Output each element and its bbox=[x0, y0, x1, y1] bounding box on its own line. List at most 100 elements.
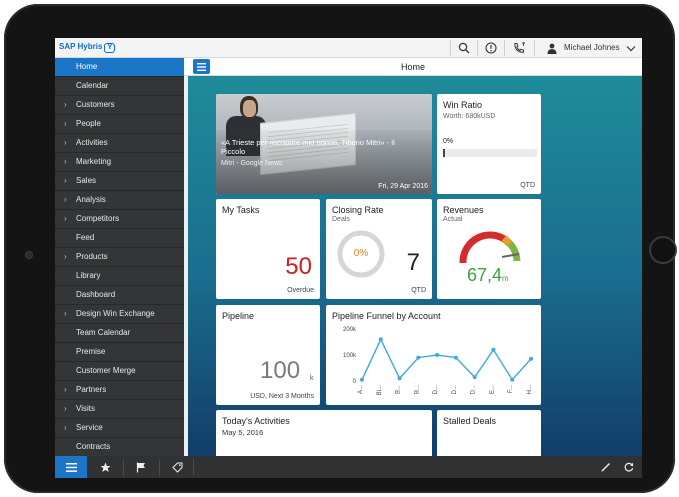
sidebar-item-premise[interactable]: Premise bbox=[55, 343, 184, 362]
sidebar-item-visits[interactable]: › Visits bbox=[55, 400, 184, 419]
sidebar-item-analysis[interactable]: › Analysis bbox=[55, 191, 184, 210]
pipeline-unit: k bbox=[310, 375, 314, 382]
data-point[interactable] bbox=[491, 347, 496, 352]
chevron-down-icon[interactable] bbox=[624, 38, 638, 58]
divider bbox=[193, 459, 194, 475]
closing-rate-tile[interactable]: Closing Rate Deals 0% 7 QTD bbox=[326, 199, 432, 299]
sidebar-item-home[interactable]: Home bbox=[55, 58, 184, 77]
list-view-button[interactable] bbox=[55, 456, 87, 478]
chevron-right-icon: › bbox=[64, 252, 67, 261]
divider bbox=[477, 40, 478, 56]
chevron-right-icon: › bbox=[64, 404, 67, 413]
data-point[interactable] bbox=[416, 355, 421, 360]
revenues-tile[interactable]: Revenues Actual 67,4m bbox=[437, 199, 541, 299]
star-icon bbox=[100, 462, 110, 472]
flag-button[interactable] bbox=[125, 456, 157, 478]
sidebar-item-label: Customers bbox=[76, 100, 115, 109]
win-ratio-tile[interactable]: Win Ratio Worth: 680kUSD 0% QTD bbox=[437, 94, 541, 194]
sidebar-item-label: Visits bbox=[76, 404, 95, 413]
sidebar-item-calendar[interactable]: Calendar bbox=[55, 77, 184, 96]
pipeline-funnel-title: Pipeline Funnel by Account bbox=[332, 311, 441, 321]
sidebar-item-label: Marketing bbox=[76, 157, 112, 166]
page-title: Home bbox=[400, 62, 425, 72]
user-name[interactable]: Michael Johnes bbox=[564, 43, 620, 52]
data-point[interactable] bbox=[360, 377, 364, 382]
sidebar-item-dashboard[interactable]: Dashboard bbox=[55, 286, 184, 305]
chevron-right-icon: › bbox=[64, 214, 67, 223]
data-point[interactable] bbox=[397, 376, 402, 381]
user-icon[interactable] bbox=[545, 38, 559, 58]
sidebar-item-design-win-exchange[interactable]: › Design Win Exchange bbox=[55, 305, 184, 324]
sidebar-item-marketing[interactable]: › Marketing bbox=[55, 153, 184, 172]
my-tasks-title: My Tasks bbox=[222, 205, 260, 215]
x-tick-label: E... bbox=[489, 385, 495, 394]
data-point[interactable] bbox=[435, 353, 440, 357]
win-ratio-title: Win Ratio bbox=[443, 100, 483, 110]
news-tile[interactable]: «A Trieste per riscoprire mio nonno, Tib… bbox=[216, 94, 432, 194]
sidebar-item-people[interactable]: › People bbox=[55, 115, 184, 134]
sidebar-item-partners[interactable]: › Partners bbox=[55, 381, 184, 400]
sidebar-item-service[interactable]: › Service bbox=[55, 419, 184, 438]
closing-rate-subtitle: Deals bbox=[332, 216, 350, 223]
chevron-right-icon: › bbox=[64, 138, 67, 147]
sidebar-item-label: Feed bbox=[76, 233, 95, 242]
win-ratio-bar bbox=[443, 149, 537, 157]
sidebar-item-feed[interactable]: Feed bbox=[55, 229, 184, 248]
divider bbox=[450, 40, 451, 56]
sidebar-item-label: Design Win Exchange bbox=[76, 309, 155, 318]
sidebar-nav: Home Calendar › Customers › People › Activities… bbox=[55, 58, 184, 456]
sidebar-item-label: Customer Merge bbox=[76, 366, 136, 375]
pipeline-funnel-tile[interactable]: Pipeline Funnel by Account 200k 100k 0 A...… bbox=[326, 305, 541, 405]
chevron-right-icon: › bbox=[64, 309, 67, 318]
chevron-right-icon: › bbox=[64, 119, 67, 128]
main-content: Home «A Trieste per riscoprire mio nonno… bbox=[184, 58, 642, 456]
divider bbox=[123, 459, 124, 475]
pipeline-tile[interactable]: Pipeline 100 k USD, Next 3 Months bbox=[216, 305, 320, 405]
todays-activities-tile[interactable]: Today's Activities May 5, 2016 bbox=[216, 410, 432, 456]
win-ratio-value: 0% bbox=[443, 138, 454, 145]
data-point[interactable] bbox=[453, 355, 458, 360]
x-tick-label: F... bbox=[508, 385, 514, 393]
data-point[interactable] bbox=[472, 375, 477, 380]
todays-activities-date: May 5, 2016 bbox=[222, 428, 264, 437]
win-ratio-subtitle: Worth: 680kUSD bbox=[443, 113, 496, 120]
sidebar-item-sales[interactable]: › Sales bbox=[55, 172, 184, 191]
sidebar-item-products[interactable]: › Products bbox=[55, 248, 184, 267]
divider bbox=[534, 40, 535, 56]
info-icon[interactable] bbox=[480, 38, 502, 58]
data-point[interactable] bbox=[529, 356, 533, 361]
revenues-value-group: 67,4m bbox=[467, 265, 509, 286]
phone-icon[interactable] bbox=[507, 38, 531, 58]
sidebar-item-competitors[interactable]: › Competitors bbox=[55, 210, 184, 229]
sidebar-item-contracts[interactable]: Contracts bbox=[55, 438, 184, 456]
stalled-deals-tile[interactable]: Stalled Deals bbox=[437, 410, 541, 456]
closing-rate-value: 7 bbox=[406, 249, 420, 276]
stalled-deals-title: Stalled Deals bbox=[443, 416, 497, 426]
main-header: Home bbox=[184, 58, 642, 76]
chevron-right-icon: › bbox=[64, 157, 67, 166]
sidebar-item-customer-merge[interactable]: Customer Merge bbox=[55, 362, 184, 381]
sidebar-item-team-calendar[interactable]: Team Calendar bbox=[55, 324, 184, 343]
camera-dot bbox=[25, 251, 33, 259]
flag-icon bbox=[136, 462, 145, 472]
search-icon[interactable] bbox=[453, 38, 475, 58]
refresh-button[interactable] bbox=[619, 456, 639, 478]
edit-button[interactable] bbox=[596, 456, 616, 478]
sidebar-item-library[interactable]: Library bbox=[55, 267, 184, 286]
data-point[interactable] bbox=[510, 377, 515, 382]
my-tasks-tile[interactable]: My Tasks 50 Overdue bbox=[216, 199, 320, 299]
pencil-icon bbox=[601, 463, 610, 472]
divider bbox=[159, 459, 160, 475]
sidebar-item-label: Analysis bbox=[76, 195, 106, 204]
sidebar-item-label: People bbox=[76, 119, 101, 128]
app-logo[interactable]: SAP Hybris Y bbox=[59, 42, 116, 53]
sidebar-item-label: Library bbox=[76, 271, 101, 280]
sidebar-item-customers[interactable]: › Customers bbox=[55, 96, 184, 115]
favorites-button[interactable] bbox=[89, 456, 121, 478]
home-button[interactable] bbox=[649, 236, 677, 264]
x-tick-label: D... bbox=[452, 385, 458, 395]
sidebar-item-label: Premise bbox=[76, 347, 106, 356]
sidebar-item-activities[interactable]: › Activities bbox=[55, 134, 184, 153]
tag-button[interactable] bbox=[161, 456, 193, 478]
data-point[interactable] bbox=[378, 337, 383, 342]
